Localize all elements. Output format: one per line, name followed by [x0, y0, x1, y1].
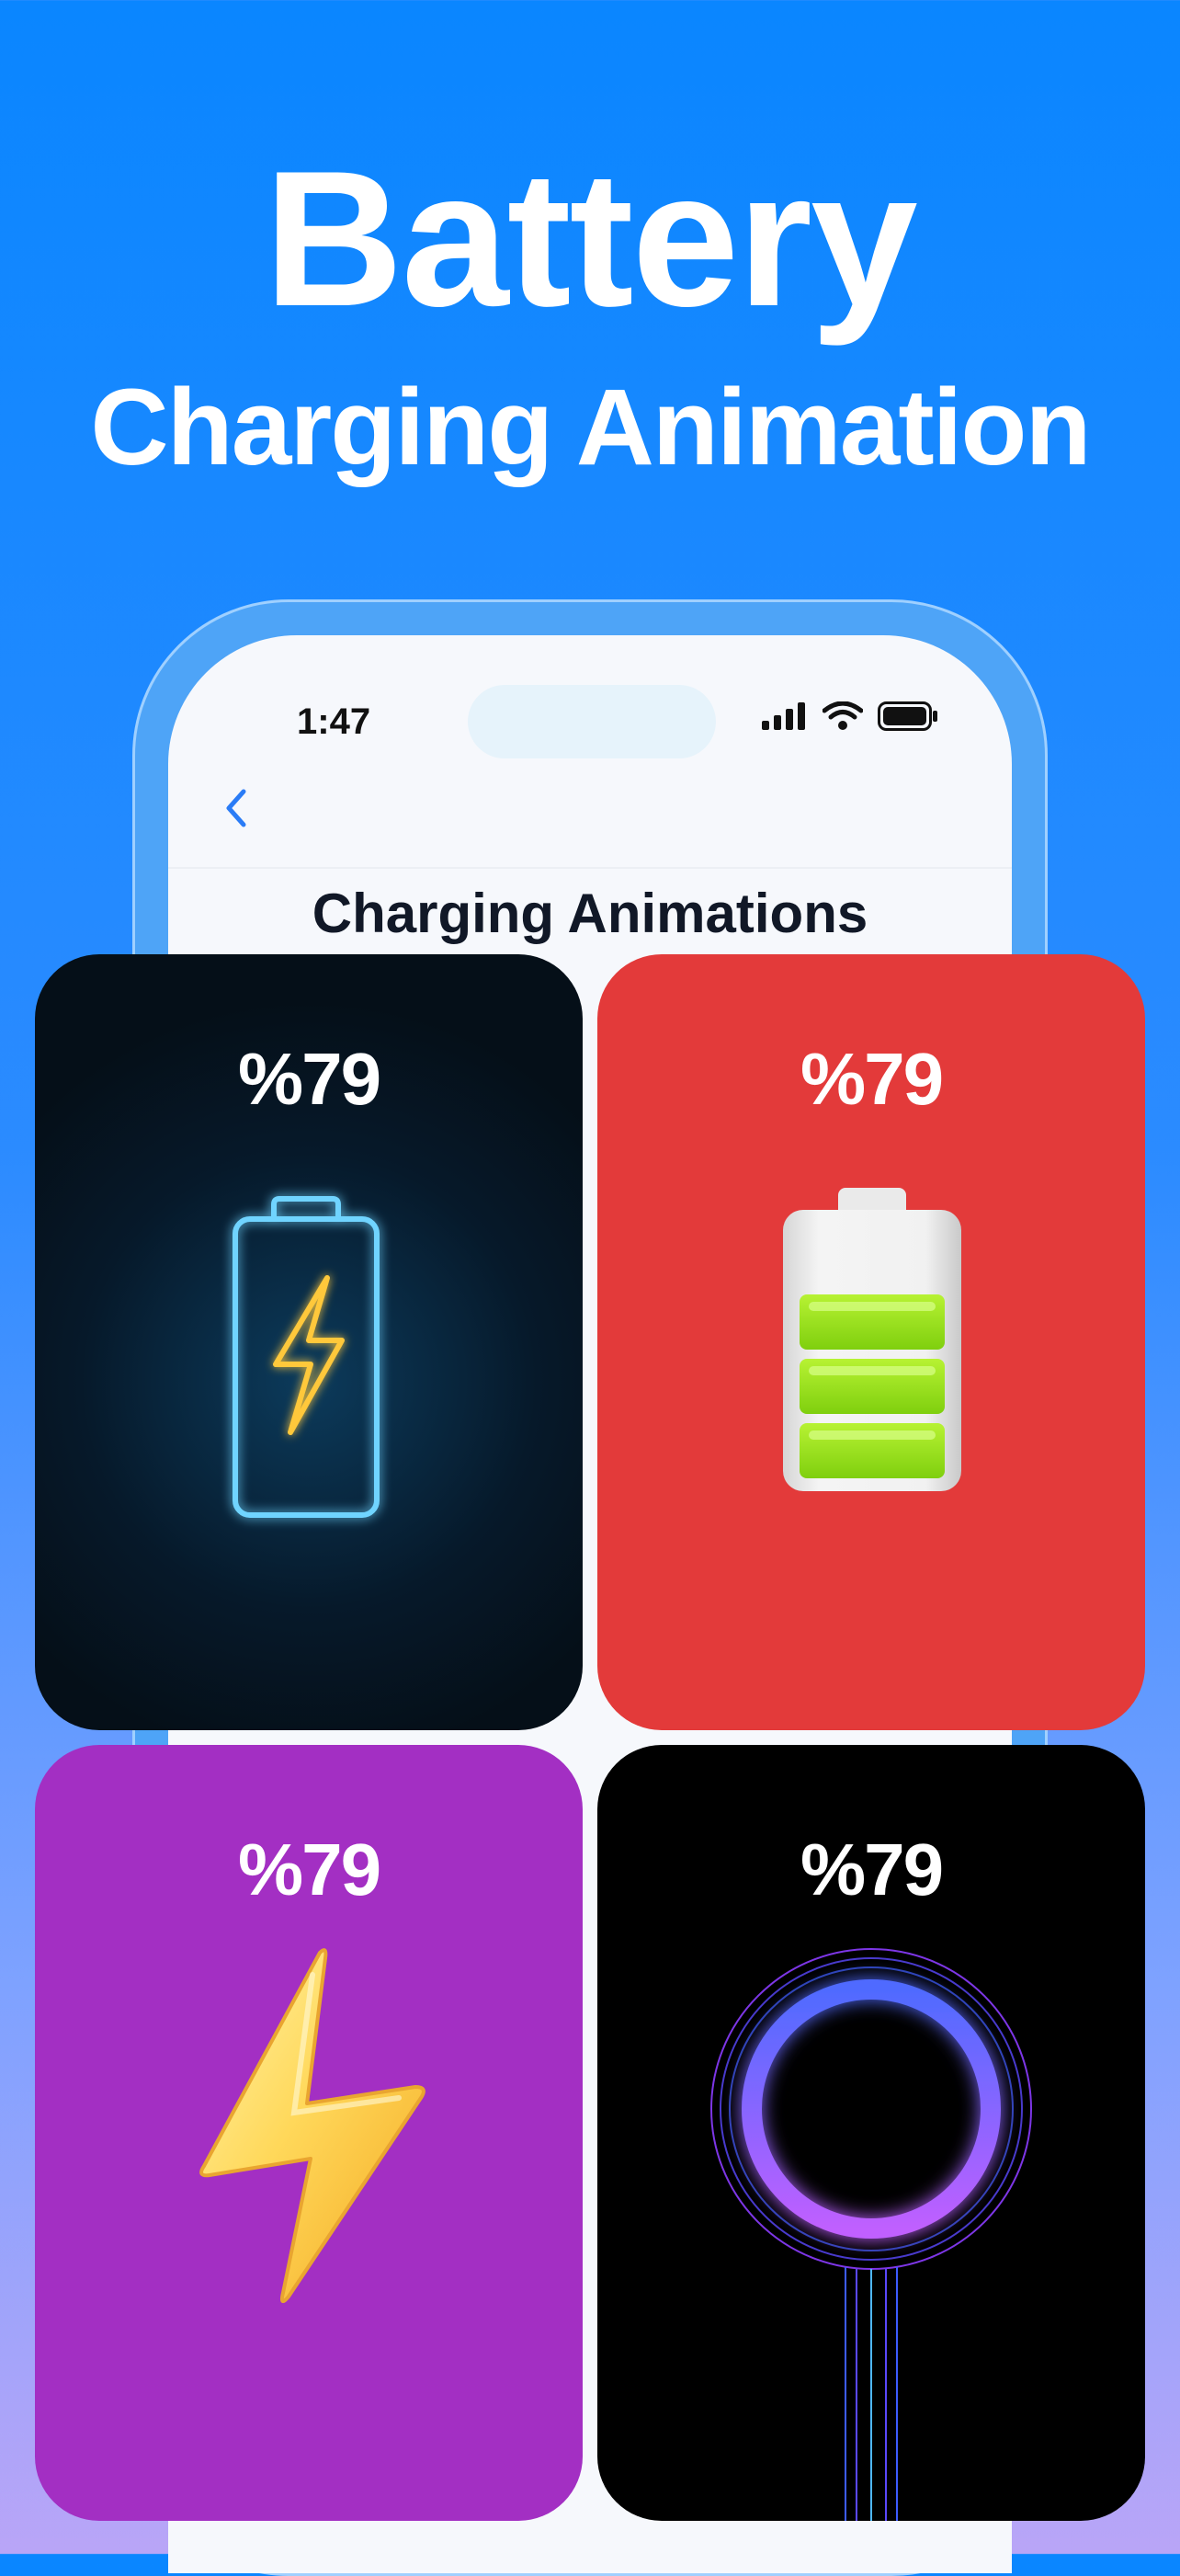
hero-subtitle: Charging Animation	[90, 367, 1091, 488]
battery-percent: %79	[800, 1829, 944, 1910]
battery-percent: %79	[800, 1038, 944, 1120]
nav-divider	[168, 867, 1012, 869]
battery-percent: %79	[237, 1038, 381, 1120]
dynamic-island	[468, 685, 716, 758]
status-time: 1:47	[297, 701, 371, 742]
status-icons	[762, 701, 938, 731]
animation-card-3d-lightning[interactable]: %79	[35, 1745, 583, 2521]
animation-card-glow-ring[interactable]: %79	[597, 1745, 1145, 2521]
animation-card-neon-battery[interactable]: %79	[35, 954, 583, 1730]
battery-status-icon	[878, 701, 937, 731]
hero-title: Battery	[264, 131, 918, 347]
back-chevron-icon[interactable]	[218, 781, 255, 836]
wifi-icon	[823, 701, 863, 730]
animation-card-3d-battery[interactable]: %79	[597, 954, 1145, 1730]
battery-percent: %79	[237, 1829, 381, 1910]
screen-title: Charging Animations	[312, 883, 868, 944]
signal-icon	[762, 702, 805, 730]
